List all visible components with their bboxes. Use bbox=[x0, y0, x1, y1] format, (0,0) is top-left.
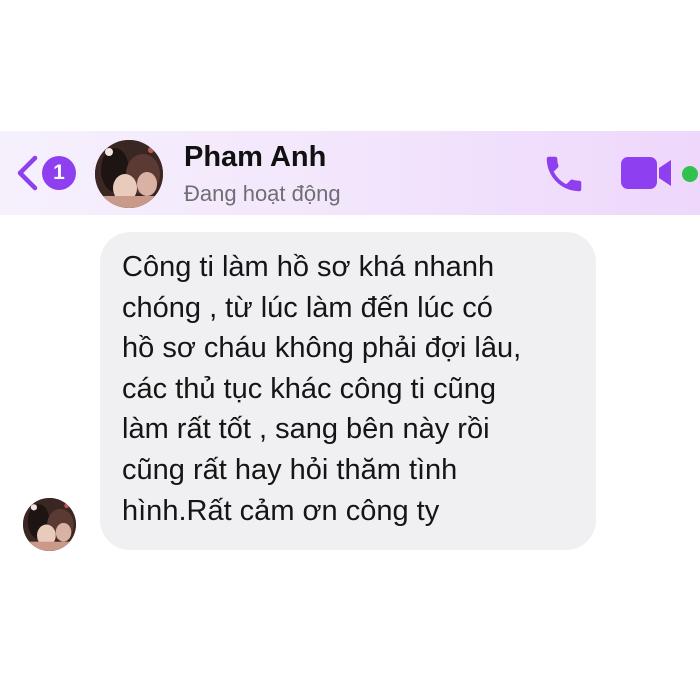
back-button[interactable]: 1 bbox=[14, 151, 78, 195]
online-status-dot bbox=[682, 166, 698, 182]
active-status-text: Đang hoạt động bbox=[184, 181, 341, 206]
chat-header: 1 Pham Anh Đang hoạt động bbox=[0, 131, 700, 215]
unread-count-badge: 1 bbox=[42, 156, 76, 190]
messenger-chat-screen: 1 Pham Anh Đang hoạt động Công ti làm hồ… bbox=[0, 0, 700, 700]
avatar-photo bbox=[23, 498, 76, 551]
message-text: Công ti làm hồ sơ khá nhanh chóng , từ l… bbox=[122, 251, 522, 527]
video-call-button[interactable] bbox=[620, 155, 674, 191]
sender-avatar[interactable] bbox=[23, 498, 76, 551]
avatar-photo bbox=[95, 140, 163, 208]
contact-name[interactable]: Pham Anh bbox=[184, 141, 326, 174]
phone-icon bbox=[546, 156, 582, 192]
message-bubble[interactable]: Công ti làm hồ sơ khá nhanh chóng , từ l… bbox=[100, 232, 596, 550]
chevron-left-icon bbox=[17, 155, 38, 191]
contact-avatar[interactable] bbox=[95, 140, 163, 208]
video-camera-icon bbox=[621, 157, 671, 189]
voice-call-button[interactable] bbox=[541, 151, 587, 197]
